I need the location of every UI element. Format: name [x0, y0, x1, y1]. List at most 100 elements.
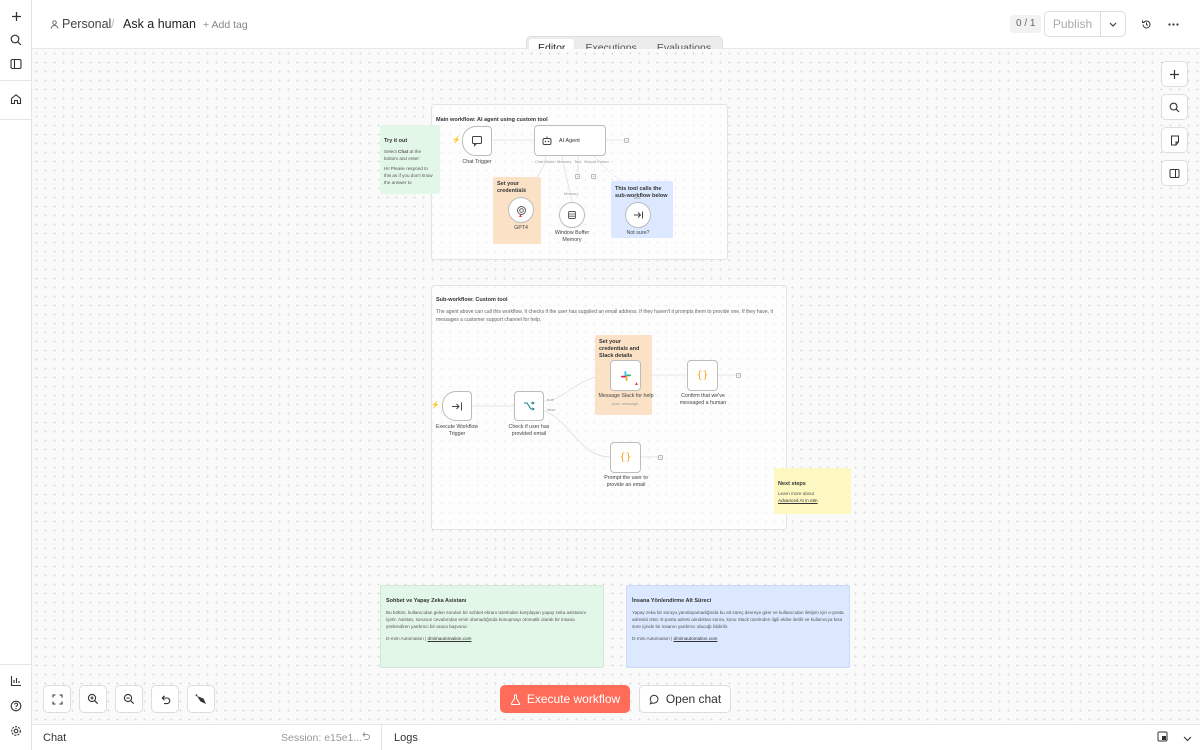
chat-trigger-node[interactable] — [462, 126, 492, 156]
tr-note-1-footer-text: D-mim Automation | — [386, 636, 428, 641]
gpt4-node[interactable] — [508, 197, 534, 223]
try-note-body: Select Chat at the bottom and enter: — [384, 148, 436, 162]
wand-icon — [195, 694, 206, 704]
confirm-label: Confirm that we've messaged a human — [679, 393, 727, 406]
slack-note-text: Set your credentials and Slack details — [599, 339, 640, 359]
chat-trigger-label: Chat Trigger — [462, 159, 492, 165]
confirm-messaged-node[interactable]: {} — [687, 360, 718, 391]
warning-icon: ▲ — [634, 381, 639, 387]
add-sticky-note-button[interactable] — [1161, 127, 1188, 153]
next-steps-body: Learn more about — [778, 491, 815, 496]
chat-panel-label[interactable]: Chat — [43, 732, 66, 744]
ai-agent-node[interactable]: AI Agent — [534, 125, 606, 156]
tool-sub-label: Tool — [633, 195, 641, 200]
window-buffer-memory-node[interactable] — [559, 202, 585, 228]
trigger-bolt-icon: ⚡ — [431, 402, 440, 409]
tr-note-1-title: Sohbet ve Yapay Zeka Asistanı — [386, 598, 467, 604]
fit-view-icon — [51, 693, 63, 705]
memory-sub-label: Memory — [564, 191, 579, 196]
try-note-body-1: Select — [384, 149, 399, 154]
dmim-link[interactable]: dmimautomation.com — [428, 636, 472, 641]
slack-subtitle: post: message — [612, 401, 639, 406]
prompt-email-node[interactable]: {} — [610, 442, 641, 473]
tr-note-2-body: Yapay zeka bir soruyu yanıtlayamadığında… — [632, 610, 844, 629]
execute-workflow-trigger-node[interactable] — [442, 391, 472, 421]
dmim-link[interactable]: dmimautomation.com — [674, 636, 718, 641]
model-port-label: Model — [515, 186, 526, 191]
chevron-down-icon[interactable] — [1183, 733, 1192, 745]
panel-divider — [381, 725, 382, 750]
execute-workflow-button[interactable]: Execute workflow — [500, 685, 630, 713]
undo-icon — [161, 694, 170, 704]
execute-workflow-label: Execute workflow — [526, 692, 621, 706]
next-steps-note: Next steps Learn more about Advanced AI … — [774, 468, 851, 514]
trigger-bolt-icon: ⚡ — [452, 137, 461, 144]
sticky-note-icon — [1170, 135, 1179, 145]
add-next-node-handle[interactable]: + — [624, 138, 629, 143]
slack-icon — [620, 370, 631, 381]
undo-button[interactable] — [151, 685, 179, 713]
check-email-label: Check if user has provided email — [508, 424, 550, 437]
tr-note-1-footer: D-mim Automation | dmimautomation.com — [386, 636, 598, 641]
port-chat-model: Chat Model — [535, 159, 556, 164]
port-tool: Tool — [574, 159, 582, 164]
sub-workflow-icon — [633, 211, 643, 219]
try-note-title: Try it out — [384, 138, 408, 144]
not-sure-tool-node[interactable] — [625, 202, 651, 228]
logs-panel-label[interactable]: Logs — [394, 732, 418, 744]
check-email-if-node[interactable] — [514, 391, 544, 421]
next-steps-title: Next steps — [778, 481, 806, 487]
port-output-parser: Output Parser — [584, 159, 609, 164]
warning-icon: ▲ — [518, 213, 523, 219]
robot-icon — [542, 136, 552, 145]
reset-session-icon[interactable] — [361, 731, 371, 744]
message-slack-label: Message Slack for help — [598, 393, 654, 399]
plus-icon — [1170, 69, 1179, 79]
code-braces-icon: {} — [696, 370, 709, 381]
main-group-title: Main workflow: AI agent using custom too… — [436, 117, 548, 123]
panel-right-icon — [1169, 168, 1180, 178]
chat-bubble-icon — [472, 136, 482, 147]
tr-note-2-footer: D-mim Automation | dmimautomation.com — [632, 636, 844, 641]
true-branch-label: true — [547, 397, 554, 402]
advanced-ai-link[interactable]: Advanced AI in n8n — [778, 498, 818, 503]
sub-group-description: The agent above can call this workflow. … — [436, 309, 773, 323]
add-tool-handle[interactable]: + — [575, 174, 580, 179]
not-sure-label: Not sure? — [626, 230, 650, 236]
try-note-body-bold: Chat — [398, 149, 409, 154]
add-next-node-handle[interactable]: + — [658, 455, 663, 460]
zoom-in-icon — [87, 693, 99, 705]
add-node-button[interactable] — [1161, 61, 1188, 87]
flask-icon — [510, 694, 520, 705]
try-it-out-note: Try it out Select Chat at the bottom and… — [380, 125, 440, 194]
port-memory: Memory — [557, 159, 572, 164]
toggle-panel-button[interactable] — [1161, 160, 1188, 186]
search-icon — [1169, 102, 1180, 112]
try-note-example: Hi! Please respond to this as if you don… — [384, 166, 433, 185]
zoom-in-button[interactable] — [79, 685, 107, 713]
gpt4-label: GPT4 — [514, 225, 528, 231]
pop-out-icon[interactable] — [1157, 731, 1168, 745]
chat-assistant-note: Sohbet ve Yapay Zeka Asistanı Bu bölüm, … — [380, 585, 604, 668]
session-id: Session: e15e1... — [281, 732, 363, 744]
add-parser-handle[interactable]: + — [591, 174, 596, 179]
sub-group-title: Sub-workflow: Custom tool — [436, 297, 508, 303]
sign-in-icon — [452, 402, 462, 410]
execute-trigger-label: Execute Workflow Trigger — [435, 424, 479, 437]
false-branch-label: false — [547, 407, 556, 412]
bottom-panel-bar: Chat Session: e15e1... Logs — [32, 724, 1200, 750]
tidy-up-button[interactable] — [187, 685, 215, 713]
add-next-node-handle[interactable]: + — [736, 373, 741, 378]
human-routing-note: İnsana Yönlendirme Alt Süreci Yapay zeka… — [626, 585, 850, 668]
tr-note-1-body: Bu bölüm, kullanıcıdan gelen soruları bi… — [386, 610, 587, 629]
branch-icon — [524, 401, 535, 411]
open-chat-label: Open chat — [665, 692, 722, 706]
fit-view-button[interactable] — [43, 685, 71, 713]
prompt-email-label: Prompt the user to provide an email — [604, 475, 648, 488]
code-braces-icon: {} — [619, 452, 632, 463]
tool-note-text: This tool calls the sub-workflow below — [615, 186, 668, 199]
canvas-search-button[interactable] — [1161, 94, 1188, 120]
chat-bubble-icon — [649, 694, 659, 705]
open-chat-button[interactable]: Open chat — [639, 685, 731, 713]
zoom-out-button[interactable] — [115, 685, 143, 713]
